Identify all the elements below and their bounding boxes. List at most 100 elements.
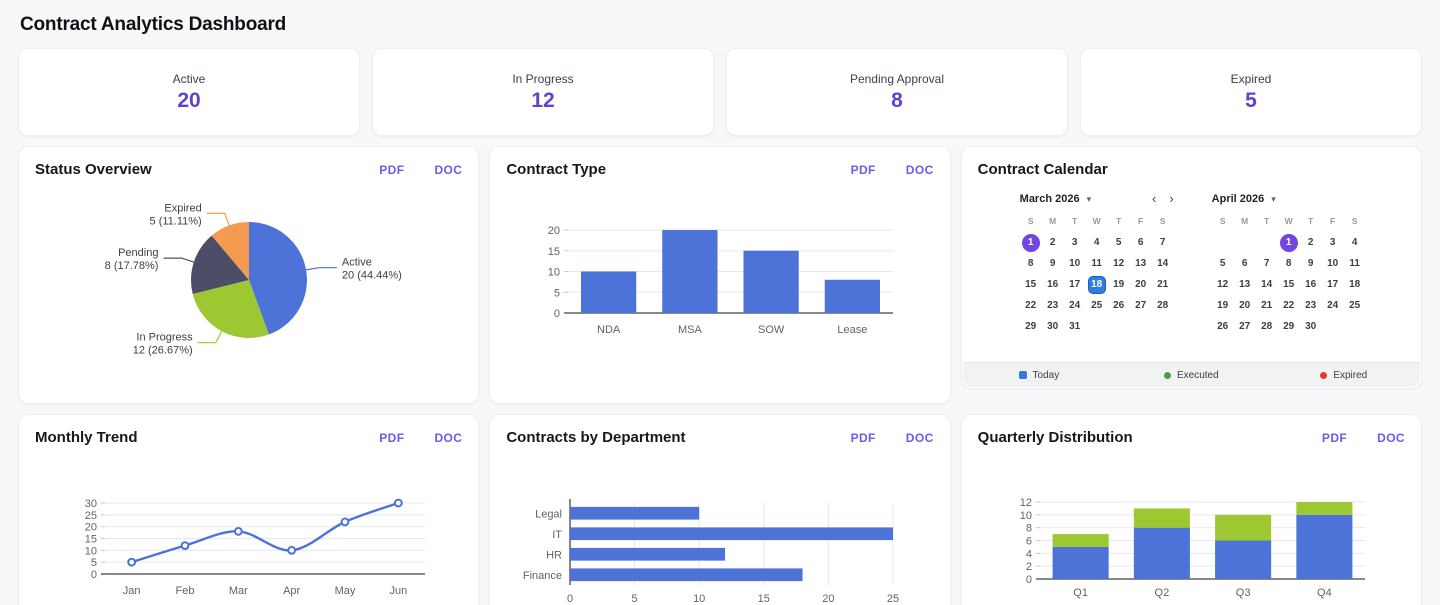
calendar-day[interactable]: 17 — [1322, 274, 1344, 295]
calendar-day[interactable]: 3 — [1064, 232, 1086, 253]
calendar-day[interactable]: 13 — [1234, 274, 1256, 295]
prev-month-button[interactable]: ‹ — [1152, 192, 1156, 206]
calendar-day[interactable]: 1 — [1278, 232, 1300, 253]
hbar-chart-svg: 0 5 10 15 20 25 Legal IT HR Finance — [523, 499, 899, 605]
pdf-export-link[interactable]: PDF — [379, 163, 404, 177]
calendar-day[interactable]: 25 — [1086, 295, 1108, 316]
calendar-day[interactable]: 7 — [1152, 232, 1174, 253]
calendar-day[interactable]: 9 — [1042, 253, 1064, 274]
calendar-day[interactable]: 8 — [1278, 253, 1300, 274]
calendar-day[interactable]: 8 — [1020, 253, 1042, 274]
doc-export-link[interactable]: DOC — [434, 431, 462, 445]
calendar-day[interactable]: 15 — [1020, 274, 1042, 295]
monthly-trend-panel: Monthly Trend PDF DOC 0 5 10 15 20 25 30 Jan Feb… — [18, 414, 480, 605]
next-month-button[interactable]: › — [1169, 192, 1173, 206]
calendar-day[interactable]: 28 — [1256, 316, 1278, 337]
contract-type-panel: Contract Type PDF DOC 0 5 10 15 20 NDA MSA SOW L… — [489, 146, 951, 404]
calendar-day[interactable]: 17 — [1064, 274, 1086, 295]
calendar-day[interactable]: 20 — [1234, 295, 1256, 316]
calendar-day[interactable]: 22 — [1020, 295, 1042, 316]
calendar-day[interactable]: 31 — [1064, 316, 1086, 337]
calendar-day[interactable]: 22 — [1278, 295, 1300, 316]
stat-card-in-progress: In Progress 12 — [372, 48, 714, 136]
calendar-day[interactable]: 27 — [1130, 295, 1152, 316]
svg-text:10: 10 — [548, 267, 560, 279]
calendar-day[interactable]: 2 — [1042, 232, 1064, 253]
doc-export-link[interactable]: DOC — [906, 431, 934, 445]
weekday-label: W — [1284, 216, 1293, 226]
pdf-export-link[interactable]: PDF — [851, 163, 876, 177]
calendar-day[interactable]: 6 — [1234, 253, 1256, 274]
doc-export-link[interactable]: DOC — [434, 163, 462, 177]
calendar-day[interactable]: 5 — [1212, 253, 1234, 274]
calendar-day[interactable]: 18 — [1086, 274, 1108, 295]
calendar-day[interactable]: 24 — [1322, 295, 1344, 316]
calendar-day[interactable]: 23 — [1300, 295, 1322, 316]
stat-card-pending-approval: Pending Approval 8 — [726, 48, 1068, 136]
pdf-export-link[interactable]: PDF — [851, 431, 876, 445]
svg-text:HR: HR — [546, 549, 562, 561]
calendar-day[interactable]: 28 — [1152, 295, 1174, 316]
calendar-day[interactable]: 15 — [1278, 274, 1300, 295]
calendar-day[interactable]: 30 — [1300, 316, 1322, 337]
pdf-export-link[interactable]: PDF — [1322, 431, 1347, 445]
pdf-export-link[interactable]: PDF — [379, 431, 404, 445]
calendar-day[interactable]: 10 — [1064, 253, 1086, 274]
weekday-label: T — [1308, 216, 1314, 226]
doc-export-link[interactable]: DOC — [1377, 431, 1405, 445]
calendar-day[interactable]: 18 — [1344, 274, 1366, 295]
calendar-day-empty — [1234, 232, 1256, 253]
calendar-day[interactable]: 9 — [1300, 253, 1322, 274]
calendar-day[interactable]: 5 — [1108, 232, 1130, 253]
calendar-day-empty — [1322, 316, 1344, 337]
calendar-day[interactable]: 25 — [1344, 295, 1366, 316]
calendar-day[interactable]: 6 — [1130, 232, 1152, 253]
calendar-day[interactable]: 19 — [1108, 274, 1130, 295]
calendar-day[interactable]: 16 — [1300, 274, 1322, 295]
calendar-day[interactable]: 26 — [1108, 295, 1130, 316]
calendar-day[interactable]: 29 — [1020, 316, 1042, 337]
calendar-day[interactable]: 11 — [1344, 253, 1366, 274]
calendar-day[interactable]: 23 — [1042, 295, 1064, 316]
calendar-day[interactable]: 30 — [1042, 316, 1064, 337]
svg-text:12: 12 — [1019, 497, 1031, 509]
doc-export-link[interactable]: DOC — [906, 163, 934, 177]
legend-label: Executed — [1176, 369, 1219, 381]
calendar-day[interactable]: 21 — [1152, 274, 1174, 295]
svg-text:8: 8 — [1026, 523, 1032, 535]
calendar-day[interactable]: 19 — [1212, 295, 1234, 316]
svg-text:NDA: NDA — [597, 324, 621, 336]
svg-text:30: 30 — [85, 498, 97, 510]
svg-text:5: 5 — [554, 287, 560, 299]
svg-text:2: 2 — [1026, 561, 1032, 573]
calendar-day[interactable]: 13 — [1130, 253, 1152, 274]
calendar-day[interactable]: 21 — [1256, 295, 1278, 316]
stat-label: In Progress — [512, 71, 574, 86]
calendar-day[interactable]: 11 — [1086, 253, 1108, 274]
month-select[interactable]: April 2026 ▾ — [1212, 193, 1276, 205]
svg-text:5: 5 — [91, 557, 97, 569]
calendar-day[interactable]: 10 — [1322, 253, 1344, 274]
calendar-day[interactable]: 12 — [1108, 253, 1130, 274]
calendar-day[interactable]: 4 — [1086, 232, 1108, 253]
calendar-day[interactable]: 29 — [1278, 316, 1300, 337]
contracts-by-department-panel: Contracts by Department PDF DOC 0 5 10 15 20… — [489, 414, 951, 605]
stat-value: 8 — [891, 88, 903, 112]
calendar-day[interactable]: 24 — [1064, 295, 1086, 316]
calendar-day[interactable]: 4 — [1344, 232, 1366, 253]
month-select[interactable]: March 2026 ▾ — [1020, 193, 1091, 205]
calendar-day[interactable]: 20 — [1130, 274, 1152, 295]
stacked-bar-chart-svg: 024681012 Q1 Q2 Q3 Q4 — [1019, 497, 1365, 599]
calendar-day[interactable]: 14 — [1152, 253, 1174, 274]
calendar-day[interactable]: 3 — [1322, 232, 1344, 253]
calendar-day[interactable]: 7 — [1256, 253, 1278, 274]
calendar-day[interactable]: 12 — [1212, 274, 1234, 295]
legend-square-icon — [1018, 371, 1027, 379]
calendar-day[interactable]: 16 — [1042, 274, 1064, 295]
svg-text:Lease: Lease — [838, 324, 868, 336]
calendar-day[interactable]: 14 — [1256, 274, 1278, 295]
calendar-day[interactable]: 27 — [1234, 316, 1256, 337]
calendar-day[interactable]: 1 — [1020, 232, 1042, 253]
calendar-day[interactable]: 26 — [1212, 316, 1234, 337]
calendar-day[interactable]: 2 — [1300, 232, 1322, 253]
